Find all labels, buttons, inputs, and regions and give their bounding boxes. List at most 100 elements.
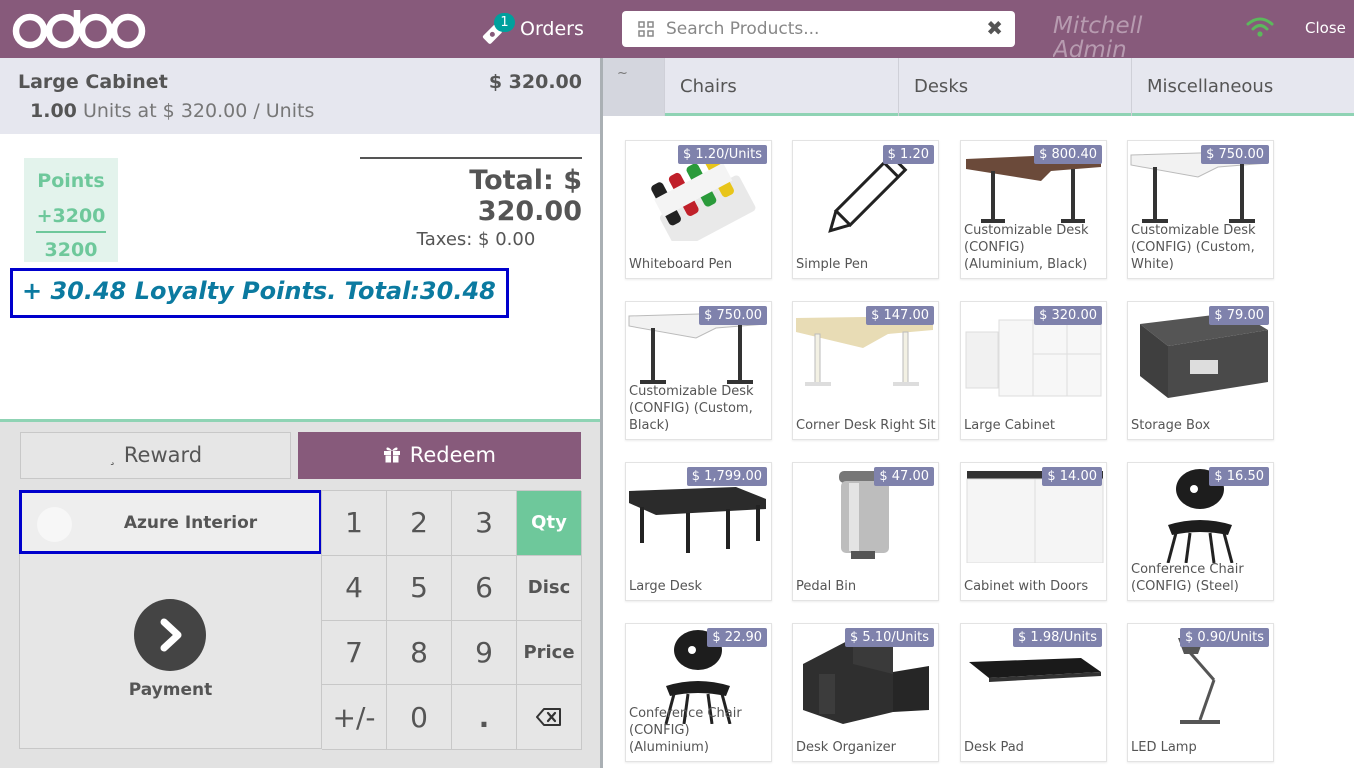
- product-name: Large Desk: [629, 579, 703, 594]
- product-price-tag: $ 14.00: [1042, 467, 1102, 486]
- product-name: Simple Pen: [796, 257, 869, 272]
- digit-9-key[interactable]: 9: [452, 620, 517, 686]
- product-name: Large Cabinet: [964, 418, 1055, 433]
- gift-icon: [384, 447, 401, 463]
- product-card[interactable]: $ 750.00 Customizable Desk (CONFIG) (Cust…: [1127, 140, 1274, 279]
- product-name: Customizable Desk (CONFIG) (Custom, Whit…: [1131, 223, 1256, 272]
- order-taxes: Taxes: $ 0.00: [416, 229, 536, 250]
- points-added: +3200: [36, 205, 106, 227]
- product-price-tag: $ 5.10/Units: [845, 628, 934, 647]
- product-name: Pedal Bin: [796, 579, 857, 594]
- product-card[interactable]: $ 79.00 Storage Box: [1127, 301, 1274, 440]
- payment-label: Payment: [128, 680, 213, 700]
- redeem-button[interactable]: Redeem: [298, 432, 581, 479]
- product-price-tag: $ 320.00: [1034, 306, 1102, 325]
- backspace-icon: [536, 708, 561, 727]
- product-grid: $ 1.20/Units Whiteboard Pen $ 1.20 Simple P…: [603, 118, 1354, 768]
- product-card[interactable]: $ 1.98/Units Desk Pad: [960, 623, 1107, 762]
- product-card[interactable]: $ 1.20 Simple Pen: [792, 140, 939, 279]
- reward-button[interactable]: ¸ Reward: [20, 432, 291, 479]
- order-pane: Large Cabinet $ 320.00 1.00 Units at $ 3…: [0, 58, 600, 768]
- product-price-tag: $ 147.00: [866, 306, 934, 325]
- product-card[interactable]: $ 1.20/Units Whiteboard Pen: [625, 140, 772, 279]
- mode-price-button[interactable]: Price: [517, 620, 582, 686]
- reward-label: Reward: [123, 443, 203, 467]
- product-card[interactable]: $ 47.00 Pedal Bin: [792, 462, 939, 601]
- decimal-key[interactable]: .: [452, 685, 517, 750]
- product-name: LED Lamp: [1131, 740, 1197, 755]
- product-price-tag: $ 800.40: [1034, 145, 1102, 164]
- points-summary: Points +3200 3200: [24, 158, 118, 262]
- product-card[interactable]: $ 320.00 Large Cabinet: [960, 301, 1107, 440]
- digit-7-key[interactable]: 7: [322, 620, 387, 686]
- product-price-tag: $ 47.00: [874, 467, 934, 486]
- order-line[interactable]: Large Cabinet $ 320.00 1.00 Units at $ 3…: [0, 58, 600, 134]
- product-card[interactable]: $ 16.50 Conference Chair (CONFIG) (Steel): [1127, 462, 1274, 601]
- product-card[interactable]: $ 750.00 Customizable Desk (CONFIG) (Cust…: [625, 301, 772, 440]
- order-line-qty: 1.00: [30, 100, 77, 122]
- search-input[interactable]: [666, 17, 976, 41]
- backspace-key[interactable]: [517, 685, 582, 750]
- close-button[interactable]: Close: [1305, 19, 1346, 37]
- points-total: 3200: [44, 239, 98, 261]
- digit-8-key[interactable]: 8: [387, 620, 452, 686]
- digit-2-key[interactable]: 2: [387, 491, 452, 556]
- order-line-price: $ 320.00: [488, 71, 582, 93]
- orders-count-badge: 1: [494, 13, 515, 32]
- digit-6-key[interactable]: 6: [452, 555, 517, 621]
- orders-button[interactable]: 1 Orders: [480, 12, 584, 46]
- reward-icon: ¸: [108, 450, 116, 466]
- order-line-name: Large Cabinet: [18, 71, 168, 93]
- category-miscellaneous[interactable]: Miscellaneous: [1131, 58, 1354, 116]
- user-name[interactable]: Mitchell Admin: [1053, 14, 1163, 58]
- product-name: Customizable Desk (CONFIG) (Custom, Blac…: [629, 384, 754, 433]
- product-price-tag: $ 1.20: [882, 145, 934, 164]
- customer-button[interactable]: Azure Interior: [19, 490, 322, 554]
- product-search: ✖: [622, 11, 1015, 47]
- digit-1-key[interactable]: 1: [322, 491, 387, 556]
- product-price-tag: $ 1.98/Units: [1013, 628, 1102, 647]
- category-home[interactable]: ~: [603, 58, 664, 116]
- product-name: Storage Box: [1131, 418, 1211, 433]
- product-card[interactable]: $ 22.90 Conference Chair (CONFIG) (Alumin…: [625, 623, 772, 762]
- digit-4-key[interactable]: 4: [322, 555, 387, 621]
- digit-3-key[interactable]: 3: [452, 491, 517, 556]
- product-name: Desk Pad: [964, 740, 1024, 755]
- mode-qty-button[interactable]: Qty: [517, 491, 582, 556]
- payment-button[interactable]: Payment: [19, 554, 322, 749]
- product-name: Cabinet with Doors: [964, 579, 1089, 594]
- clear-search-icon[interactable]: ✖: [986, 16, 1003, 40]
- digit-5-key[interactable]: 5: [387, 555, 452, 621]
- category-desks[interactable]: Desks: [898, 58, 1131, 116]
- product-price-tag: $ 750.00: [699, 306, 767, 325]
- mode-disc-button[interactable]: Disc: [517, 555, 582, 621]
- product-price-tag: $ 22.90: [707, 628, 767, 647]
- category-chairs[interactable]: Chairs: [664, 58, 898, 116]
- product-name: Desk Organizer: [796, 740, 897, 755]
- product-card[interactable]: $ 147.00 Corner Desk Right Sit: [792, 301, 939, 440]
- customer-name: Azure Interior: [123, 513, 258, 533]
- points-label: Points: [37, 170, 105, 192]
- odoo-logo: [12, 10, 146, 49]
- order-line-info: 1.00 Units at $ 320.00 / Units: [30, 100, 314, 122]
- product-price-tag: $ 79.00: [1209, 306, 1269, 325]
- product-card[interactable]: $ 5.10/Units Desk Organizer: [792, 623, 939, 762]
- numpad: 1 2 3 Qty 4 5 6 Disc 7 8 9 Price +/- 0.: [321, 490, 582, 750]
- order-total: Total: $ 320.00: [469, 165, 582, 227]
- digit-0-key[interactable]: 0: [387, 685, 452, 750]
- product-price-tag: $ 16.50: [1209, 467, 1269, 486]
- product-card[interactable]: $ 1,799.00 Large Desk: [625, 462, 772, 601]
- product-name: Conference Chair (CONFIG) (Steel): [1131, 562, 1244, 594]
- plus-minus-key[interactable]: +/-: [322, 685, 387, 750]
- redeem-label: Redeem: [409, 443, 496, 467]
- product-price-tag: $ 1.20/Units: [678, 145, 767, 164]
- product-card[interactable]: $ 0.90/Units LED Lamp: [1127, 623, 1274, 762]
- top-bar: 1 Orders ✖ Mitchell Admin Close: [0, 0, 1354, 58]
- category-bar: ~ Chairs Desks Miscellaneous: [603, 58, 1354, 116]
- product-card[interactable]: $ 14.00 Cabinet with Doors: [960, 462, 1107, 601]
- wifi-icon: [1246, 17, 1274, 37]
- product-name: Customizable Desk (CONFIG) (Aluminium, B…: [964, 223, 1089, 272]
- product-card[interactable]: $ 800.40 Customizable Desk (CONFIG) (Alum…: [960, 140, 1107, 279]
- orders-label: Orders: [520, 18, 584, 40]
- barcode-grid-icon: [638, 21, 654, 37]
